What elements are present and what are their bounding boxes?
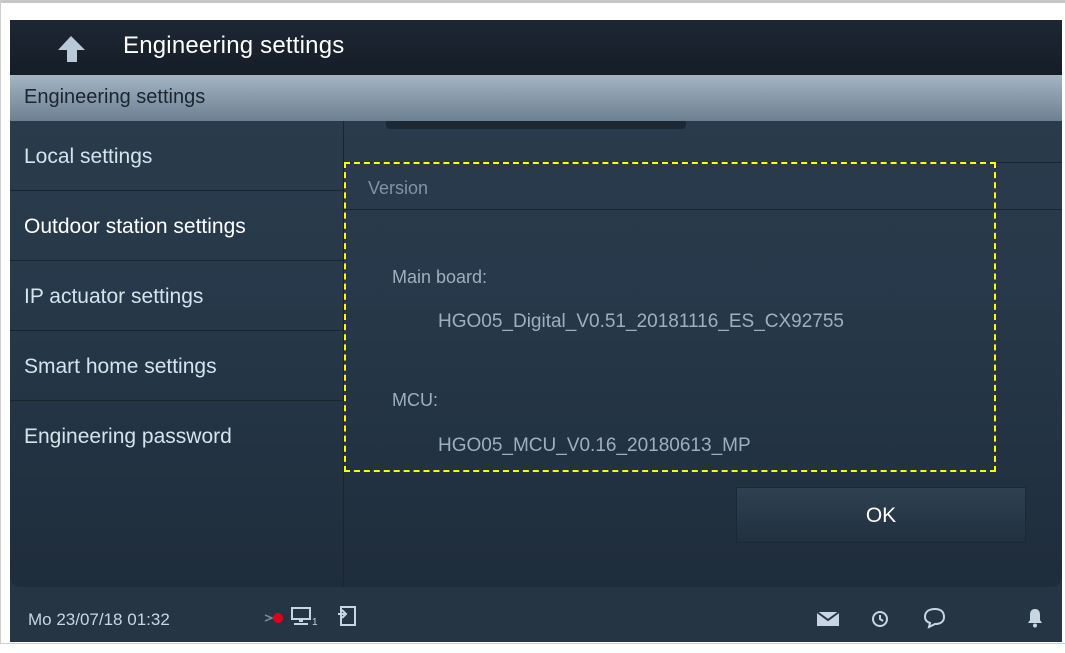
bell-icon[interactable] <box>1026 607 1044 629</box>
status-datetime: Mo 23/07/18 01:32 <box>28 610 170 629</box>
network-index: 1 <box>312 617 318 628</box>
main-board-label: Main board: <box>392 267 488 287</box>
message-envelope-icon[interactable] <box>816 611 840 627</box>
status-bar: Mo 23/07/18 01:32 1 <box>10 587 1062 642</box>
screenshot-top-border <box>0 0 1065 3</box>
menu-item-ip-actuator-settings[interactable]: IP actuator settings <box>10 261 343 331</box>
title-bar: Engineering settings <box>10 20 1062 75</box>
menu-item-label: Outdoor station settings <box>24 215 246 238</box>
mcu-value: HGO05_MCU_V0.16_20180613_MP <box>438 435 751 456</box>
version-section-label: Version <box>368 178 429 198</box>
chat-bubble-icon[interactable] <box>922 607 946 629</box>
main-board-value: HGO05_Digital_V0.51_20181116_ES_CX92755 <box>438 311 844 332</box>
menu-item-engineering-password[interactable]: Engineering password <box>10 401 343 471</box>
settings-panel: Engineering settings Local settings Outd… <box>10 75 1062 587</box>
menu-item-label: Engineering password <box>24 425 232 448</box>
menu-item-smart-home-settings[interactable]: Smart home settings <box>10 331 343 401</box>
mcu-label: MCU: <box>392 390 438 410</box>
version-content: Version Main board: HGO05_Digital_V0.51_… <box>344 121 1062 587</box>
panel-header: Engineering settings <box>10 75 1062 121</box>
menu-item-local-settings[interactable]: Local settings <box>10 121 343 191</box>
ok-button-label: OK <box>865 504 897 527</box>
menu-item-label: Local settings <box>24 145 153 168</box>
ok-button[interactable]: OK <box>736 487 1026 543</box>
exit-door-icon[interactable] <box>336 605 358 627</box>
history-clock-icon[interactable] <box>870 609 890 629</box>
menu-item-label: IP actuator settings <box>24 285 204 308</box>
menu-item-outdoor-station-settings[interactable]: Outdoor station settings <box>10 191 343 261</box>
screenshot-left-border <box>0 0 1 653</box>
menu-item-label: Smart home settings <box>24 355 217 378</box>
record-dot-icon <box>264 613 283 623</box>
settings-menu: Local settings Outdoor station settings … <box>10 121 343 587</box>
scroll-indicator[interactable] <box>386 121 686 129</box>
device-screen: Engineering settings Engineering setting… <box>10 20 1062 642</box>
panel-header-label: Engineering settings <box>24 86 206 108</box>
screenshot-bottom-border <box>0 643 1065 653</box>
network-icon <box>291 607 311 625</box>
back-arrow-icon[interactable] <box>56 35 86 63</box>
page-title: Engineering settings <box>123 32 345 59</box>
